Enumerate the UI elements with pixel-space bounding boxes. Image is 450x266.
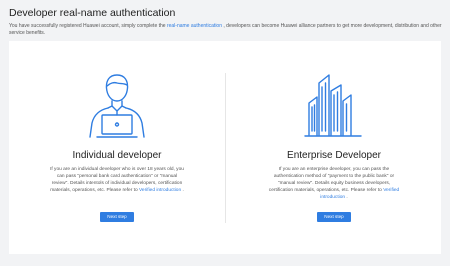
intro-text-start: You have successfully registered Huawei …: [9, 23, 167, 29]
enterprise-description-text: If you are an enterprise developer, you …: [268, 167, 395, 194]
enterprise-developer-title: Enterprise Developer: [287, 150, 381, 161]
real-name-authentication-link[interactable]: real-name authentication: [167, 23, 222, 29]
individual-verified-introduction-link[interactable]: Verified introduction: [139, 188, 181, 193]
individual-developer-description: If you are an individual developer who i…: [49, 166, 185, 194]
page-header: Developer real-name authentication You h…: [9, 6, 444, 38]
individual-developer-title: Individual developer: [72, 150, 162, 161]
individual-developer-card: Individual developer If you are an indiv…: [9, 41, 225, 254]
enterprise-description-end: .: [345, 195, 348, 201]
individual-description-end: .: [181, 188, 184, 194]
enterprise-developer-description: If you are an enterprise developer, you …: [266, 166, 402, 201]
office-buildings-icon: [226, 71, 442, 139]
page-title: Developer real-name authentication: [9, 7, 176, 19]
individual-next-step-button[interactable]: Next step: [100, 212, 134, 222]
enterprise-developer-card: Enterprise Developer If you are an enter…: [226, 41, 442, 254]
person-laptop-icon: [9, 71, 225, 139]
enterprise-next-step-button[interactable]: Next step: [317, 212, 351, 222]
authentication-options-panel: Individual developer If you are an indiv…: [9, 41, 441, 254]
intro-text: You have successfully registered Huawei …: [9, 23, 444, 38]
